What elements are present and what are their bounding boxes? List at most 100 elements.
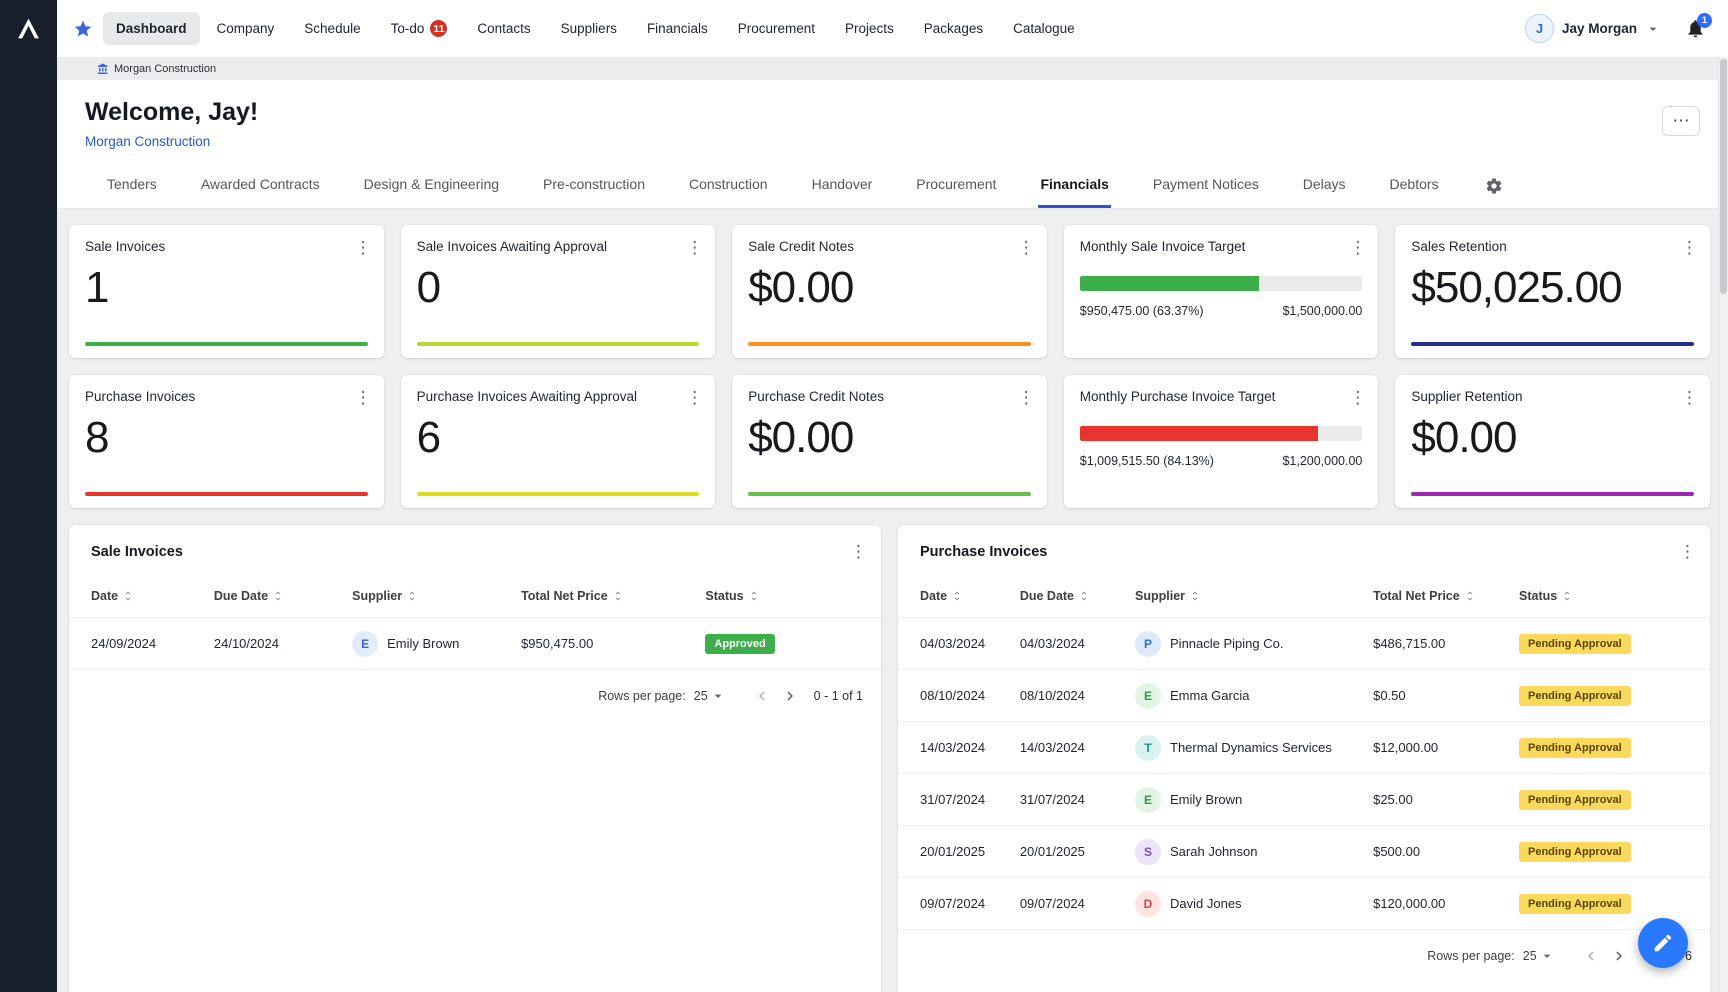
kebab-menu-icon[interactable]: ⋮ — [1349, 239, 1366, 256]
user-avatar[interactable]: J — [1525, 14, 1554, 43]
table-row[interactable]: 04/03/2024 04/03/2024 P Pinnacle Piping … — [898, 618, 1710, 670]
nav-item-packages[interactable]: Packages — [911, 12, 996, 45]
favorites-star-icon[interactable] — [73, 19, 93, 39]
table-row[interactable]: 08/10/2024 08/10/2024 E Emma Garcia $0.5… — [898, 670, 1710, 722]
column-header-due-date[interactable]: Due Date — [214, 589, 352, 603]
nav-item-dashboard[interactable]: Dashboard — [103, 12, 200, 45]
rows-per-page-value: 25 — [1523, 949, 1537, 963]
kebab-menu-icon[interactable]: ⋮ — [1681, 389, 1698, 406]
create-fab-button[interactable] — [1638, 918, 1688, 968]
tab-tenders[interactable]: Tenders — [105, 163, 159, 208]
nav-item-projects[interactable]: Projects — [832, 12, 907, 45]
tabs-settings-gear-icon[interactable] — [1485, 163, 1503, 208]
card-title: Sale Invoices — [85, 239, 165, 254]
card-title: Purchase Invoices — [85, 389, 195, 404]
tab-pre-construction[interactable]: Pre-construction — [541, 163, 647, 208]
notifications-bell-icon[interactable]: 1 — [1685, 18, 1706, 39]
kebab-menu-icon[interactable]: ⋮ — [355, 239, 372, 256]
status-badge: Pending Approval — [1519, 790, 1631, 810]
sort-icon — [1464, 590, 1476, 602]
header-more-button[interactable]: ⋯ — [1662, 106, 1700, 136]
column-header-total-net-price[interactable]: Total Net Price — [521, 589, 705, 603]
stat-value: $50,025.00 — [1411, 264, 1694, 312]
cell-total-net-price: $486,715.00 — [1373, 636, 1519, 651]
stat-card-sale-credit-notes: Sale Credit Notes⋮ $0.00 — [732, 225, 1047, 358]
vertical-scrollbar[interactable] — [1718, 57, 1728, 992]
column-header-date[interactable]: Date — [920, 589, 1020, 603]
table-row[interactable]: 14/03/2024 14/03/2024 T Thermal Dynamics… — [898, 722, 1710, 774]
kebab-menu-icon[interactable]: ⋮ — [355, 389, 372, 406]
table-row[interactable]: 20/01/2025 20/01/2025 S Sarah Johnson $5… — [898, 826, 1710, 878]
supplier-name: Thermal Dynamics Services — [1170, 740, 1332, 755]
sort-icon — [406, 590, 418, 602]
pagination-range: 0 - 1 of 1 — [814, 689, 863, 703]
next-page-button[interactable] — [776, 682, 804, 710]
kebab-menu-icon[interactable]: ⋮ — [1018, 239, 1035, 256]
previous-page-button[interactable] — [748, 682, 776, 710]
tab-construction[interactable]: Construction — [687, 163, 770, 208]
nav-item-todo[interactable]: To-do 11 — [378, 11, 461, 46]
tab-financials[interactable]: Financials — [1038, 163, 1110, 208]
cell-total-net-price: $0.50 — [1373, 688, 1519, 703]
table-row[interactable]: 09/07/2024 09/07/2024 D David Jones $120… — [898, 878, 1710, 930]
previous-page-button[interactable] — [1577, 942, 1605, 970]
progress-bar — [1080, 426, 1363, 441]
rows-per-page-select[interactable]: 25 — [1523, 948, 1555, 964]
column-header-status[interactable]: Status — [1519, 589, 1688, 603]
next-page-button[interactable] — [1605, 942, 1633, 970]
todo-count-badge: 11 — [430, 20, 447, 37]
kebab-menu-icon[interactable]: ⋮ — [850, 543, 867, 560]
stat-card-monthly-sale-invoice-target: Monthly Sale Invoice Target⋮ $950,475.00… — [1064, 225, 1379, 358]
tab-handover[interactable]: Handover — [810, 163, 875, 208]
card-title: Sale Credit Notes — [748, 239, 854, 254]
stat-value: 0 — [417, 264, 700, 312]
kebab-menu-icon[interactable]: ⋮ — [686, 239, 703, 256]
nav-item-procurement[interactable]: Procurement — [725, 12, 828, 45]
tab-delays[interactable]: Delays — [1301, 163, 1348, 208]
rows-per-page-select[interactable]: 25 — [694, 688, 726, 704]
nav-item-schedule[interactable]: Schedule — [291, 12, 373, 45]
column-label: Supplier — [352, 589, 402, 603]
user-name[interactable]: Jay Morgan — [1562, 21, 1637, 36]
company-link[interactable]: Morgan Construction — [85, 134, 210, 149]
breadcrumb[interactable]: Morgan Construction — [97, 63, 216, 75]
column-header-due-date[interactable]: Due Date — [1020, 589, 1135, 603]
column-header-status[interactable]: Status — [705, 589, 859, 603]
tab-procurement[interactable]: Procurement — [914, 163, 998, 208]
column-header-supplier[interactable]: Supplier — [1135, 589, 1373, 603]
nav-item-financials[interactable]: Financials — [634, 12, 721, 45]
stat-card-purchase-invoices: Purchase Invoices⋮ 8 — [69, 375, 384, 508]
nav-item-contacts[interactable]: Contacts — [464, 12, 543, 45]
nav-item-suppliers[interactable]: Suppliers — [548, 12, 630, 45]
progress-current-label: $1,009,515.50 (84.13%) — [1080, 454, 1214, 468]
rows-per-page-label: Rows per page: — [598, 689, 686, 703]
nav-item-company[interactable]: Company — [204, 12, 288, 45]
tab-payment-notices[interactable]: Payment Notices — [1151, 163, 1261, 208]
kebab-menu-icon[interactable]: ⋮ — [1018, 389, 1035, 406]
user-menu-chevron-down-icon[interactable] — [1645, 21, 1661, 37]
kebab-menu-icon[interactable]: ⋮ — [686, 389, 703, 406]
cell-date: 04/03/2024 — [920, 636, 1020, 651]
sale-invoices-table-card: Sale Invoices ⋮ Date Due Date Supplier T… — [69, 525, 881, 992]
kebab-menu-icon[interactable]: ⋮ — [1349, 389, 1366, 406]
tab-awarded-contracts[interactable]: Awarded Contracts — [199, 163, 322, 208]
tab-design-engineering[interactable]: Design & Engineering — [362, 163, 501, 208]
app-logo[interactable] — [0, 0, 57, 57]
kebab-menu-icon[interactable]: ⋮ — [1681, 239, 1698, 256]
rows-per-page-value: 25 — [694, 689, 708, 703]
cell-supplier: E Emma Garcia — [1135, 683, 1373, 709]
cell-date: 08/10/2024 — [920, 688, 1020, 703]
nav-item-catalogue[interactable]: Catalogue — [1000, 12, 1088, 45]
table-row[interactable]: 24/09/2024 24/10/2024 E Emily Brown $950… — [69, 618, 881, 670]
column-header-supplier[interactable]: Supplier — [352, 589, 521, 603]
supplier-name: Emily Brown — [1170, 792, 1242, 807]
status-badge: Approved — [705, 634, 774, 654]
table-row[interactable]: 31/07/2024 31/07/2024 E Emily Brown $25.… — [898, 774, 1710, 826]
nav-item-todo-label: To-do — [391, 21, 425, 36]
kebab-menu-icon[interactable]: ⋮ — [1679, 543, 1696, 560]
column-header-date[interactable]: Date — [91, 589, 214, 603]
tab-debtors[interactable]: Debtors — [1388, 163, 1441, 208]
scrollbar-thumb[interactable] — [1720, 59, 1727, 294]
stat-value: $0.00 — [1411, 414, 1694, 462]
column-header-total-net-price[interactable]: Total Net Price — [1373, 589, 1519, 603]
